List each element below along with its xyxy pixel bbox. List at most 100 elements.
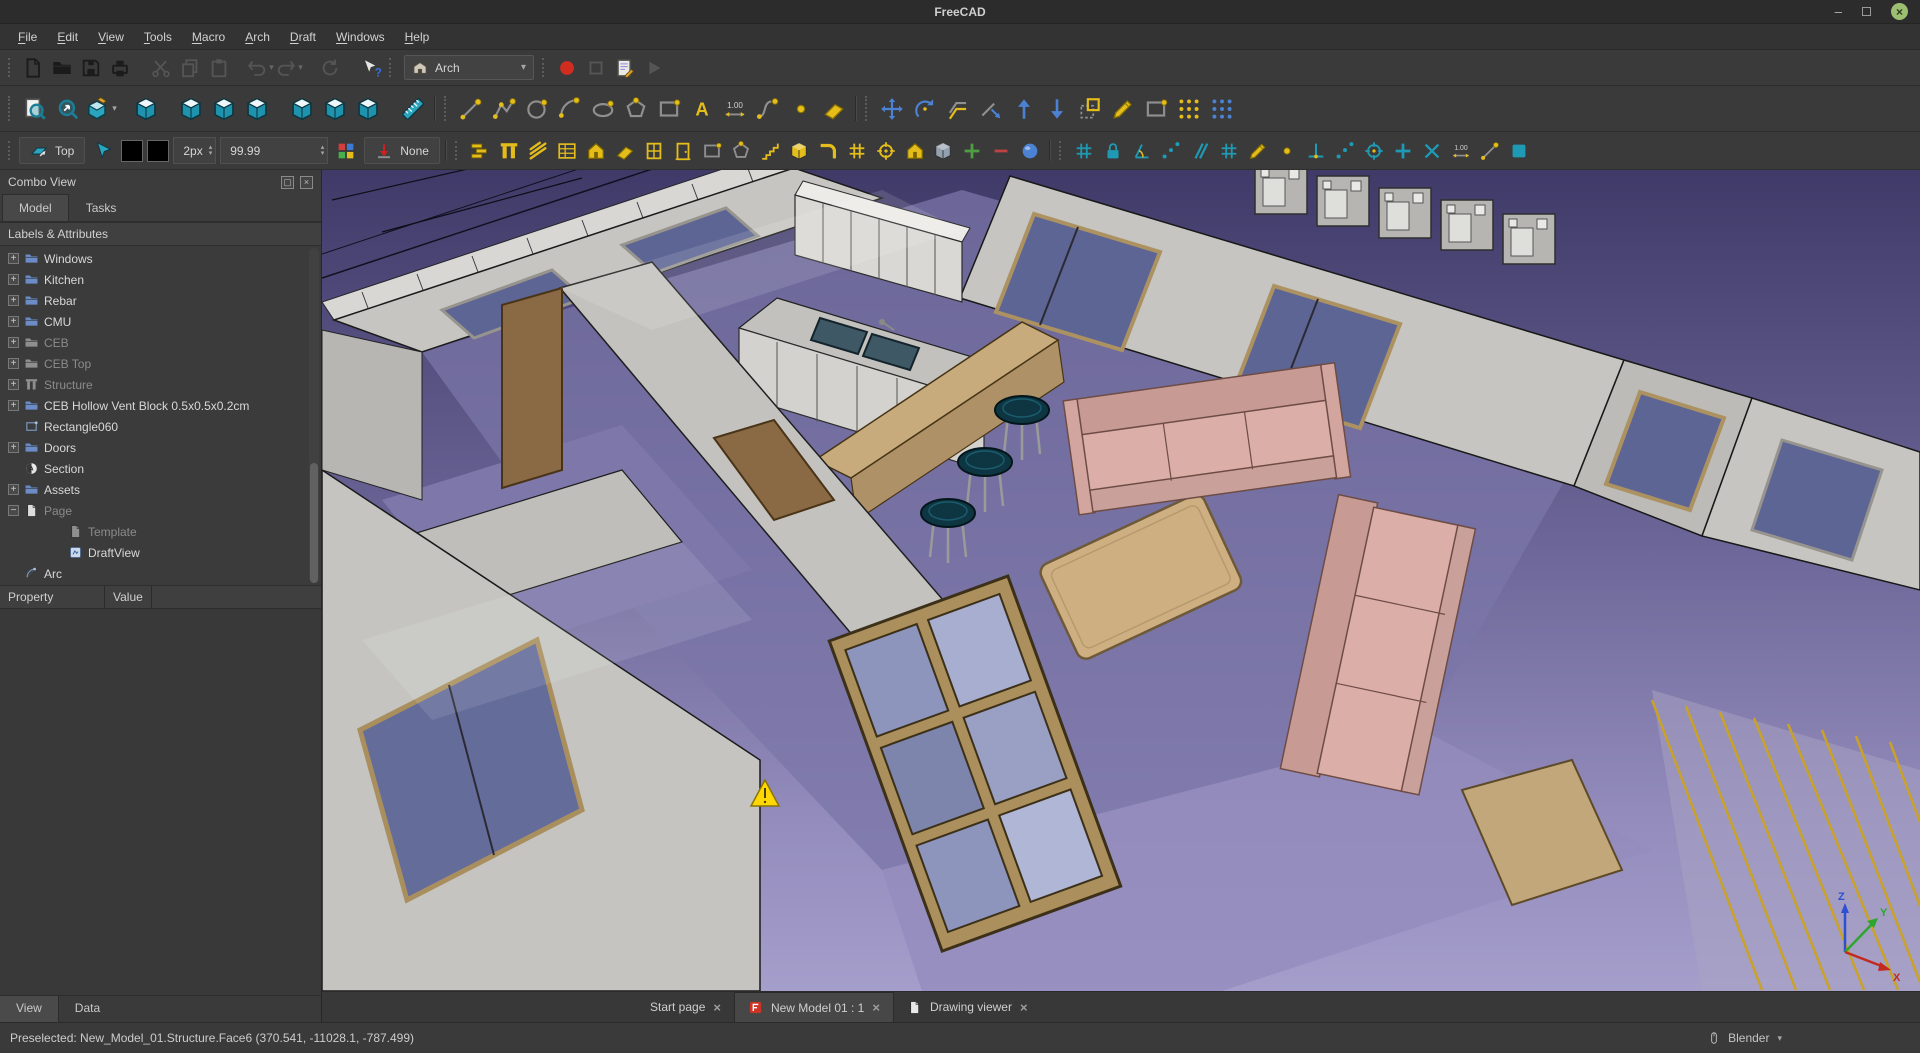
arch-structure-button[interactable]	[495, 137, 523, 165]
snap-perpendicular-button[interactable]	[1302, 137, 1330, 165]
working-plane-button[interactable]: Top	[19, 137, 85, 164]
tree-item-cmu[interactable]: +CMU	[0, 311, 321, 332]
arch-equipment-button[interactable]	[785, 137, 813, 165]
view-bottom-button[interactable]	[319, 92, 351, 126]
cut-button[interactable]	[147, 54, 175, 82]
line-color-swatch[interactable]	[121, 140, 143, 162]
arch-rebar-button[interactable]	[524, 137, 552, 165]
tree-expander[interactable]: +	[8, 295, 19, 306]
menu-edit[interactable]: Edit	[47, 26, 88, 48]
toolbar-drag-handle[interactable]	[8, 58, 15, 77]
autogroup-button[interactable]: None	[364, 137, 440, 164]
refresh-button[interactable]	[316, 54, 344, 82]
arch-roof-button[interactable]	[611, 137, 639, 165]
toolbar-drag-handle[interactable]	[865, 96, 872, 121]
document-tab-drawing-viewer[interactable]: Drawing viewer×	[894, 992, 1041, 1022]
arch-window-button[interactable]	[640, 137, 668, 165]
tree-scrollbar[interactable]	[309, 248, 319, 583]
tree-item-rectangle060[interactable]: Rectangle060	[0, 416, 321, 437]
face-color-swatch[interactable]	[147, 140, 169, 162]
menu-view[interactable]: View	[88, 26, 134, 48]
menu-macro[interactable]: Macro	[182, 26, 235, 48]
tree-expander[interactable]: +	[8, 442, 19, 453]
draft-text-button[interactable]	[686, 92, 718, 126]
part-sphere-button[interactable]	[1016, 137, 1044, 165]
menu-file[interactable]: File	[8, 26, 47, 48]
draft-circle-button[interactable]	[521, 92, 553, 126]
menu-draft[interactable]: Draft	[280, 26, 326, 48]
draft-scale-button[interactable]	[1074, 92, 1106, 126]
tree-item-rebar[interactable]: +Rebar	[0, 290, 321, 311]
toolbar-drag-handle[interactable]	[389, 58, 396, 77]
snap-center-button[interactable]	[1360, 137, 1388, 165]
view-right-button[interactable]	[241, 92, 273, 126]
close-panel-icon[interactable]: ×	[300, 176, 313, 189]
tree-item-windows[interactable]: +Windows	[0, 248, 321, 269]
draft-move-button[interactable]	[876, 92, 908, 126]
draft-rotate-button[interactable]	[909, 92, 941, 126]
tree-expander[interactable]: +	[8, 316, 19, 327]
view-rear-button[interactable]	[286, 92, 318, 126]
draft-arc-button[interactable]	[554, 92, 586, 126]
redo-button[interactable]: ▾	[275, 54, 303, 82]
draft-path-array-button[interactable]	[1206, 92, 1238, 126]
tab-model[interactable]: Model	[2, 194, 69, 221]
arch-axis-button[interactable]	[843, 137, 871, 165]
toolbar-drag-handle[interactable]	[1059, 141, 1066, 161]
arch-pipe-button[interactable]	[814, 137, 842, 165]
snap-parallel-button[interactable]	[1186, 137, 1214, 165]
combo-view-header[interactable]: Combo View ▢ ×	[0, 170, 321, 194]
workbench-selector[interactable]: Arch ▾	[404, 55, 534, 80]
snap-midpoint-button[interactable]	[1273, 137, 1301, 165]
3d-viewport[interactable]: Z Y X	[322, 170, 1920, 991]
draw-style-button[interactable]: ▾	[85, 92, 117, 126]
copy-button[interactable]	[176, 54, 204, 82]
open-document-button[interactable]	[48, 54, 76, 82]
menu-help[interactable]: Help	[395, 26, 440, 48]
toolbar-drag-handle[interactable]	[455, 141, 462, 161]
minimize-button[interactable]: –	[1835, 5, 1842, 18]
snap-working-plane-button[interactable]	[1505, 137, 1533, 165]
undo-button[interactable]: ▾	[246, 54, 274, 82]
property-column-header[interactable]: Property	[0, 586, 105, 608]
draft-bspline-button[interactable]	[752, 92, 784, 126]
tree-item-draftview[interactable]: DraftView	[0, 542, 321, 563]
arch-section-plane-button[interactable]	[872, 137, 900, 165]
tree-expander[interactable]: +	[8, 379, 19, 390]
save-button[interactable]	[77, 54, 105, 82]
draft-select-mode-button[interactable]	[89, 137, 117, 165]
tab-tasks[interactable]: Tasks	[69, 194, 134, 221]
macro-play-button[interactable]	[640, 54, 668, 82]
view-fit-selection-button[interactable]	[52, 92, 84, 126]
snap-lock-button[interactable]	[1099, 137, 1127, 165]
measure-distance-button[interactable]	[397, 92, 429, 126]
float-panel-icon[interactable]: ▢	[281, 176, 294, 189]
property-table-body[interactable]	[0, 609, 321, 995]
tree-expander[interactable]: +	[8, 253, 19, 264]
snap-angle-button[interactable]	[1128, 137, 1156, 165]
print-button[interactable]	[106, 54, 134, 82]
close-tab-icon[interactable]: ×	[713, 1000, 721, 1015]
tree-item-ceb-hollow-vent-block-0-5x0-5x0-2cm[interactable]: +CEB Hollow Vent Block 0.5x0.5x0.2cm	[0, 395, 321, 416]
tree-item-ceb-top[interactable]: +CEB Top	[0, 353, 321, 374]
snap-dimensions-button[interactable]	[1447, 137, 1475, 165]
draft-dimension-button[interactable]	[719, 92, 751, 126]
tree-item-section[interactable]: Section	[0, 458, 321, 479]
draft-upgrade-button[interactable]	[1008, 92, 1040, 126]
draft-shape2dview-button[interactable]	[1140, 92, 1172, 126]
menu-windows[interactable]: Windows	[326, 26, 395, 48]
tree-expander[interactable]: +	[8, 358, 19, 369]
document-tab-new-model-01-1[interactable]: New Model 01 : 1×	[734, 992, 894, 1022]
view-fit-all-button[interactable]	[19, 92, 51, 126]
draft-trimex-button[interactable]	[975, 92, 1007, 126]
toolbar-drag-handle[interactable]	[8, 96, 15, 121]
arch-add-component-button[interactable]	[958, 137, 986, 165]
tree-scrollbar-thumb[interactable]	[310, 463, 318, 583]
menu-arch[interactable]: Arch	[235, 26, 280, 48]
draft-line-button[interactable]	[455, 92, 487, 126]
document-tab-start-page[interactable]: Start page×	[637, 992, 734, 1022]
arch-panel-button[interactable]	[698, 137, 726, 165]
tree-expander[interactable]: −	[8, 505, 19, 516]
macro-edit-button[interactable]	[611, 54, 639, 82]
tree-item-doors[interactable]: +Doors	[0, 437, 321, 458]
